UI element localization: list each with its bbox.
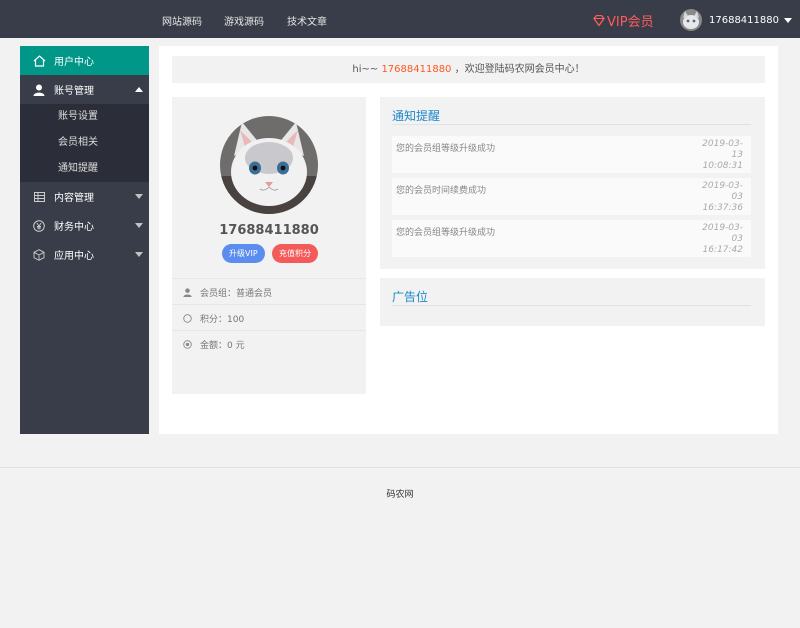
notification-panel: 通知提醒 您的会员组等级升级成功 2019-03- 13 10:08:31 您的… — [380, 97, 765, 269]
yen-icon — [32, 219, 46, 233]
user-icon — [182, 287, 192, 297]
sidebar-item-finance[interactable]: 财务中心 — [20, 211, 149, 240]
sidebar-item-account-mgmt[interactable]: 账号管理 — [20, 75, 149, 104]
welcome-banner: hi~~ 17688411880 ，欢迎登陆码农网会员中心！ — [172, 56, 765, 83]
sidebar-item-label: 财务中心 — [54, 222, 94, 233]
nav-link-tech-articles[interactable]: 技术文章 — [287, 13, 327, 28]
nav-link-website-source[interactable]: 网站源码 — [162, 13, 202, 28]
footer-text: 码农网 — [386, 490, 414, 500]
welcome-username: 17688411880 — [381, 64, 452, 75]
notification-text: 您的会员组等级升级成功 — [396, 144, 496, 154]
notification-text: 您的会员时间续费成功 — [396, 186, 487, 196]
notification-time: 2019-03- 03 16:17:42 — [693, 223, 743, 256]
chevron-up-icon — [135, 87, 143, 92]
top-nav-bar: 网站源码 游戏源码 技术文章 VIP会员 17688411880 — [0, 0, 800, 38]
time-date: 2019-03- — [702, 223, 743, 233]
profile-username: 17688411880 — [219, 223, 319, 238]
time-clock: 10:08:31 — [702, 161, 743, 171]
upgrade-vip-button[interactable]: 升级VIP — [222, 244, 265, 263]
sidebar-item-user-center[interactable]: 用户中心 — [20, 46, 149, 75]
sidebar-subitem-account-settings[interactable]: 账号设置 — [20, 104, 149, 130]
time-date: 2019-03- — [702, 139, 743, 149]
cube-icon — [32, 248, 46, 262]
sidebar-item-content-mgmt[interactable]: 内容管理 — [20, 182, 149, 211]
sidebar-item-label: 内容管理 — [54, 193, 94, 204]
sidebar-item-apps[interactable]: 应用中心 — [20, 240, 149, 269]
username-label: 17688411880 — [709, 14, 779, 26]
balance-text: 金额：0 元 — [200, 340, 245, 351]
notification-time: 2019-03- 03 16:37:36 — [693, 181, 743, 214]
notification-item[interactable]: 您的会员组等级升级成功 2019-03- 13 10:08:31 — [392, 136, 751, 173]
welcome-prefix: hi~~ — [352, 64, 379, 75]
notification-title: 通知提醒 — [392, 109, 441, 123]
time-date: 2019-03- — [702, 181, 743, 191]
profile-card: 17688411880 升级VIP 充值积分 会员组：普通会员 积分：100 金… — [172, 97, 366, 394]
chevron-down-icon — [135, 223, 143, 228]
balance-row: 金额：0 元 — [172, 330, 366, 357]
sidebar-item-label: 应用中心 — [54, 251, 94, 262]
time-day: 03 — [731, 192, 743, 202]
charge-points-button[interactable]: 充值积分 — [272, 244, 318, 263]
notification-text: 您的会员组等级升级成功 — [396, 228, 496, 238]
vip-label: VIP会员 — [607, 15, 654, 30]
notification-item[interactable]: 您的会员时间续费成功 2019-03- 03 16:37:36 — [392, 178, 751, 215]
time-day: 13 — [731, 150, 743, 160]
table-icon — [32, 190, 46, 204]
chevron-down-icon — [135, 252, 143, 257]
notification-time: 2019-03- 13 10:08:31 — [693, 139, 743, 172]
divider — [392, 305, 751, 306]
time-day: 03 — [731, 234, 743, 244]
time-clock: 16:17:42 — [702, 245, 743, 255]
chevron-down-icon — [135, 194, 143, 199]
time-clock: 16:37:36 — [702, 203, 743, 213]
ad-panel: 广告位 — [380, 278, 765, 326]
sidebar-item-label: 账号管理 — [54, 86, 94, 97]
ad-title: 广告位 — [392, 290, 429, 304]
notification-item[interactable]: 您的会员组等级升级成功 2019-03- 03 16:17:42 — [392, 220, 751, 257]
welcome-suffix: ，欢迎登陆码农网会员中心！ — [454, 64, 585, 75]
diamond-icon — [593, 15, 605, 26]
points-row: 积分：100 — [172, 304, 366, 331]
sidebar-subitem-notifications[interactable]: 通知提醒 — [20, 156, 149, 182]
avatar — [680, 9, 702, 31]
sidebar-item-label: 用户中心 — [54, 57, 94, 68]
vip-member-link[interactable]: VIP会员 — [593, 11, 654, 30]
sidebar: 用户中心 账号管理 账号设置 会员相关 通知提醒 内容管理 财务中心 应用中心 — [20, 46, 149, 434]
circle-icon — [182, 313, 192, 323]
user-icon — [32, 83, 46, 97]
footer-divider — [0, 467, 800, 468]
coin-icon — [182, 339, 192, 349]
points-text: 积分：100 — [200, 314, 245, 325]
nav-link-game-source[interactable]: 游戏源码 — [224, 13, 264, 28]
member-group-text: 会员组：普通会员 — [200, 288, 273, 299]
member-group-row: 会员组：普通会员 — [172, 278, 366, 305]
home-icon — [32, 54, 46, 68]
account-submenu: 账号设置 会员相关 通知提醒 — [20, 104, 149, 182]
avatar — [220, 116, 318, 214]
main-content: hi~~ 17688411880 ，欢迎登陆码农网会员中心！ 176884118… — [159, 46, 778, 434]
sidebar-subitem-membership[interactable]: 会员相关 — [20, 130, 149, 156]
user-menu[interactable]: 17688411880 — [680, 9, 792, 31]
chevron-down-icon — [784, 17, 792, 23]
divider — [392, 124, 751, 125]
